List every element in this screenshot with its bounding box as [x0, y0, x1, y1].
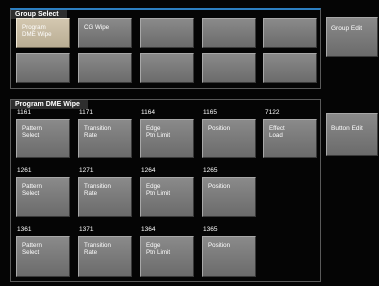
group-edit-button[interactable]: Group Edit: [326, 17, 378, 57]
param-number: 1364: [141, 226, 156, 233]
group-button-empty-6[interactable]: [16, 53, 70, 83]
pattern-select-button[interactable]: Pattern Select: [16, 177, 70, 217]
transition-rate-button[interactable]: Transition Rate: [78, 177, 132, 217]
group-button-empty-10[interactable]: [263, 53, 317, 83]
param-number: 1271: [79, 167, 94, 174]
param-number: 1161: [17, 109, 31, 116]
transition-rate-button[interactable]: Transition Rate: [78, 236, 132, 277]
param-number: 1371: [79, 226, 94, 233]
param-number: 1264: [141, 167, 156, 174]
param-number: 7122: [265, 109, 280, 116]
param-number: 1165: [203, 109, 217, 116]
param-number: 1361: [17, 226, 32, 233]
edge-ptn-limit-button[interactable]: Edge Ptn Limit: [140, 177, 194, 217]
transition-rate-button[interactable]: Transition Rate: [78, 119, 132, 158]
group-button-empty-4[interactable]: [202, 18, 256, 48]
param-number: 1365: [203, 226, 218, 233]
edge-ptn-limit-button[interactable]: Edge Ptn Limit: [140, 119, 194, 158]
param-number: 1265: [203, 167, 218, 174]
param-number: 1171: [79, 109, 93, 116]
program-dme-wipe-title: Program DME Wipe: [11, 100, 88, 109]
group-button-program-dme-wipe[interactable]: Program DME Wipe: [16, 18, 70, 48]
position-button[interactable]: Position: [202, 177, 256, 217]
param-number: 1164: [141, 109, 155, 116]
pattern-select-button[interactable]: Pattern Select: [16, 236, 70, 277]
group-button-cg-wipe[interactable]: CG Wipe: [78, 18, 132, 48]
group-button-empty-7[interactable]: [78, 53, 132, 83]
param-number: 1261: [17, 167, 32, 174]
group-button-empty-3[interactable]: [140, 18, 194, 48]
group-button-empty-9[interactable]: [202, 53, 256, 83]
group-button-empty-5[interactable]: [263, 18, 317, 48]
position-button[interactable]: Position: [202, 119, 256, 158]
edge-ptn-limit-button[interactable]: Edge Ptn Limit: [140, 236, 194, 277]
effect-load-button[interactable]: Effect Load: [263, 119, 317, 158]
button-edit-button[interactable]: Button Edit: [326, 113, 378, 156]
group-button-empty-8[interactable]: [140, 53, 194, 83]
pattern-select-button[interactable]: Pattern Select: [16, 119, 70, 158]
position-button[interactable]: Position: [202, 236, 256, 277]
